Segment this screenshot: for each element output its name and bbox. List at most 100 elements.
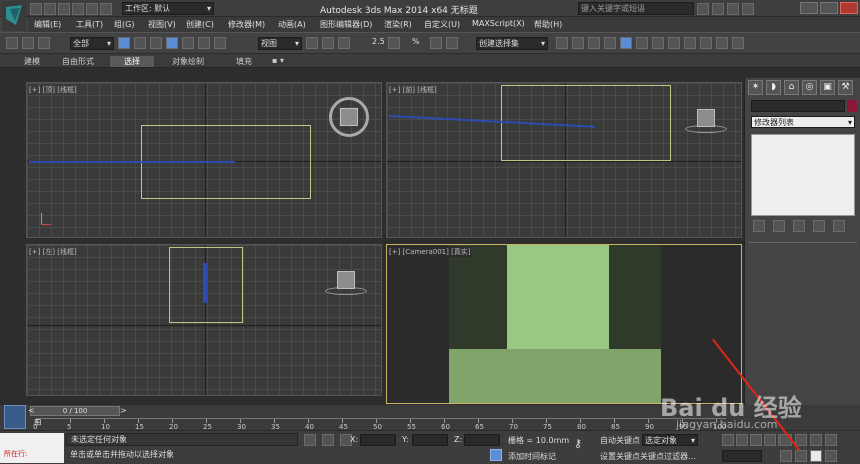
- search-icon[interactable]: [697, 3, 709, 15]
- keyboard-shortcut-icon[interactable]: [338, 37, 350, 49]
- chevron-left-icon[interactable]: <: [28, 406, 35, 415]
- play-icon[interactable]: [750, 434, 762, 446]
- track-bar-ruler[interactable]: 0 5 10 15 20 25 30 35 40 45 50 55 60 65 70 75 80 85 90 95 10…: [33, 418, 726, 431]
- viewport-camera[interactable]: [+] [Camera001] [真实]: [386, 244, 742, 404]
- minimize-button[interactable]: [800, 2, 818, 14]
- rendered-frame-window-icon[interactable]: [700, 37, 712, 49]
- menu-customize[interactable]: 自定义(U): [424, 19, 460, 30]
- angle-snap-icon[interactable]: [388, 37, 400, 49]
- save-file-icon[interactable]: [58, 3, 70, 15]
- ribbon-tab-object-paint[interactable]: 对象绘制: [172, 56, 204, 67]
- restore-button[interactable]: [820, 2, 838, 14]
- select-link-icon[interactable]: [6, 37, 18, 49]
- dolly-icon[interactable]: [795, 450, 807, 462]
- viewport-label[interactable]: [+] [Camera001] [真实]: [389, 247, 471, 257]
- x-coordinate-field[interactable]: [360, 434, 396, 446]
- current-frame-field[interactable]: [722, 450, 762, 462]
- remove-modifier-icon[interactable]: [813, 220, 825, 232]
- dope-sheet-icon[interactable]: ⊞: [34, 418, 42, 428]
- key-filters-button[interactable]: 关键点过滤器...: [640, 451, 696, 462]
- align-icon[interactable]: [572, 37, 584, 49]
- display-tab-icon[interactable]: ▣: [820, 80, 835, 95]
- app-logo-icon[interactable]: [2, 1, 26, 31]
- viewport-left[interactable]: [+] [左] [线框]: [26, 244, 382, 396]
- favorites-icon[interactable]: [727, 3, 739, 15]
- snap-toggle-label[interactable]: 2.5: [372, 37, 385, 46]
- undo-icon[interactable]: [72, 3, 84, 15]
- zoom-all-icon[interactable]: [795, 434, 807, 446]
- new-file-icon[interactable]: [30, 3, 42, 15]
- viewport-label[interactable]: [+] [前] [线框]: [389, 85, 437, 95]
- auto-key-button[interactable]: 自动关键点: [600, 435, 640, 446]
- previous-frame-icon[interactable]: [736, 434, 748, 446]
- schematic-view-icon[interactable]: [652, 37, 664, 49]
- y-coordinate-field[interactable]: [412, 434, 448, 446]
- render-production-icon[interactable]: [716, 37, 728, 49]
- viewcube-icon[interactable]: [340, 108, 358, 126]
- pin-stack-icon[interactable]: [753, 220, 765, 232]
- configure-sets-icon[interactable]: [833, 220, 845, 232]
- maximize-viewport-icon[interactable]: [825, 450, 837, 462]
- viewport-label[interactable]: [+] [顶] [线框]: [29, 85, 77, 95]
- scale-icon[interactable]: [214, 37, 226, 49]
- z-coordinate-field[interactable]: [464, 434, 500, 446]
- unlink-icon[interactable]: [22, 37, 34, 49]
- viewcube-icon[interactable]: [697, 109, 715, 127]
- ribbon-tab-selection[interactable]: 选择: [110, 56, 154, 67]
- key-mode-dropdown[interactable]: 选定对象 ▾: [642, 434, 698, 446]
- rotate-icon[interactable]: [198, 37, 210, 49]
- viewport-layout-icon[interactable]: [4, 405, 26, 429]
- menu-create[interactable]: 创建(C): [186, 19, 214, 30]
- edit-named-selection-icon[interactable]: [446, 37, 458, 49]
- hold-icon[interactable]: [100, 3, 112, 15]
- time-tag-icon[interactable]: [490, 449, 502, 461]
- viewport-label[interactable]: [+] [左] [线框]: [29, 247, 77, 257]
- viewcube-icon[interactable]: [337, 271, 355, 289]
- key-icon[interactable]: ⚷: [574, 437, 582, 450]
- help-icon[interactable]: [742, 3, 754, 15]
- viewport-front[interactable]: [+] [前] [线框]: [386, 82, 742, 238]
- window-crossing-icon[interactable]: [166, 37, 178, 49]
- open-file-icon[interactable]: [44, 3, 56, 15]
- mirror-icon[interactable]: [556, 37, 568, 49]
- field-of-view-icon[interactable]: [810, 434, 822, 446]
- bind-space-warp-icon[interactable]: [38, 37, 50, 49]
- ribbon-tab-modeling[interactable]: 建模: [24, 56, 40, 67]
- make-unique-icon[interactable]: [793, 220, 805, 232]
- menu-tools[interactable]: 工具(T): [76, 19, 103, 30]
- menu-help[interactable]: 帮助(H): [534, 19, 562, 30]
- select-manipulate-icon[interactable]: [322, 37, 334, 49]
- set-key-button[interactable]: 设置关键点: [600, 451, 640, 462]
- reference-coordinate-dropdown[interactable]: 视图 ▾: [258, 37, 302, 50]
- percent-snap-label[interactable]: %: [412, 37, 420, 46]
- go-to-start-icon[interactable]: [722, 434, 734, 446]
- motion-tab-icon[interactable]: ◎: [802, 80, 817, 95]
- graphite-toolbar-icon[interactable]: [604, 37, 616, 49]
- chevron-right-icon[interactable]: >: [120, 406, 127, 415]
- menu-group[interactable]: 组(G): [114, 19, 134, 30]
- next-frame-icon[interactable]: [764, 434, 776, 446]
- maxscript-listener[interactable]: 所在行:: [0, 433, 64, 463]
- object-color-swatch[interactable]: [847, 100, 857, 112]
- orbit-icon[interactable]: [825, 434, 837, 446]
- isolate-selection-icon[interactable]: [322, 434, 334, 446]
- utilities-tab-icon[interactable]: ⚒: [838, 80, 853, 95]
- hierarchy-tab-icon[interactable]: ⌂: [784, 80, 799, 95]
- menu-views[interactable]: 视图(V): [148, 19, 176, 30]
- create-tab-icon[interactable]: ✶: [748, 80, 763, 95]
- modify-tab-icon[interactable]: ◗: [766, 80, 781, 95]
- menu-maxscript[interactable]: MAXScript(X): [472, 19, 525, 28]
- pivot-point-icon[interactable]: [306, 37, 318, 49]
- modifier-list-dropdown[interactable]: 修改器列表 ▾: [751, 116, 855, 128]
- layer-manager-icon[interactable]: [588, 37, 600, 49]
- redo-icon[interactable]: [86, 3, 98, 15]
- ribbon-tab-freeform[interactable]: 自由形式: [62, 56, 94, 67]
- selection-filter-dropdown[interactable]: 全部 ▾: [70, 37, 114, 50]
- select-object-icon[interactable]: [118, 37, 130, 49]
- lock-selection-icon[interactable]: [304, 434, 316, 446]
- object-name-field[interactable]: [751, 100, 845, 112]
- menu-modifiers[interactable]: 修改器(M): [228, 19, 265, 30]
- render-setup-icon[interactable]: [684, 37, 696, 49]
- pan-view-hand-icon[interactable]: [810, 450, 822, 462]
- communication-icon[interactable]: [712, 3, 724, 15]
